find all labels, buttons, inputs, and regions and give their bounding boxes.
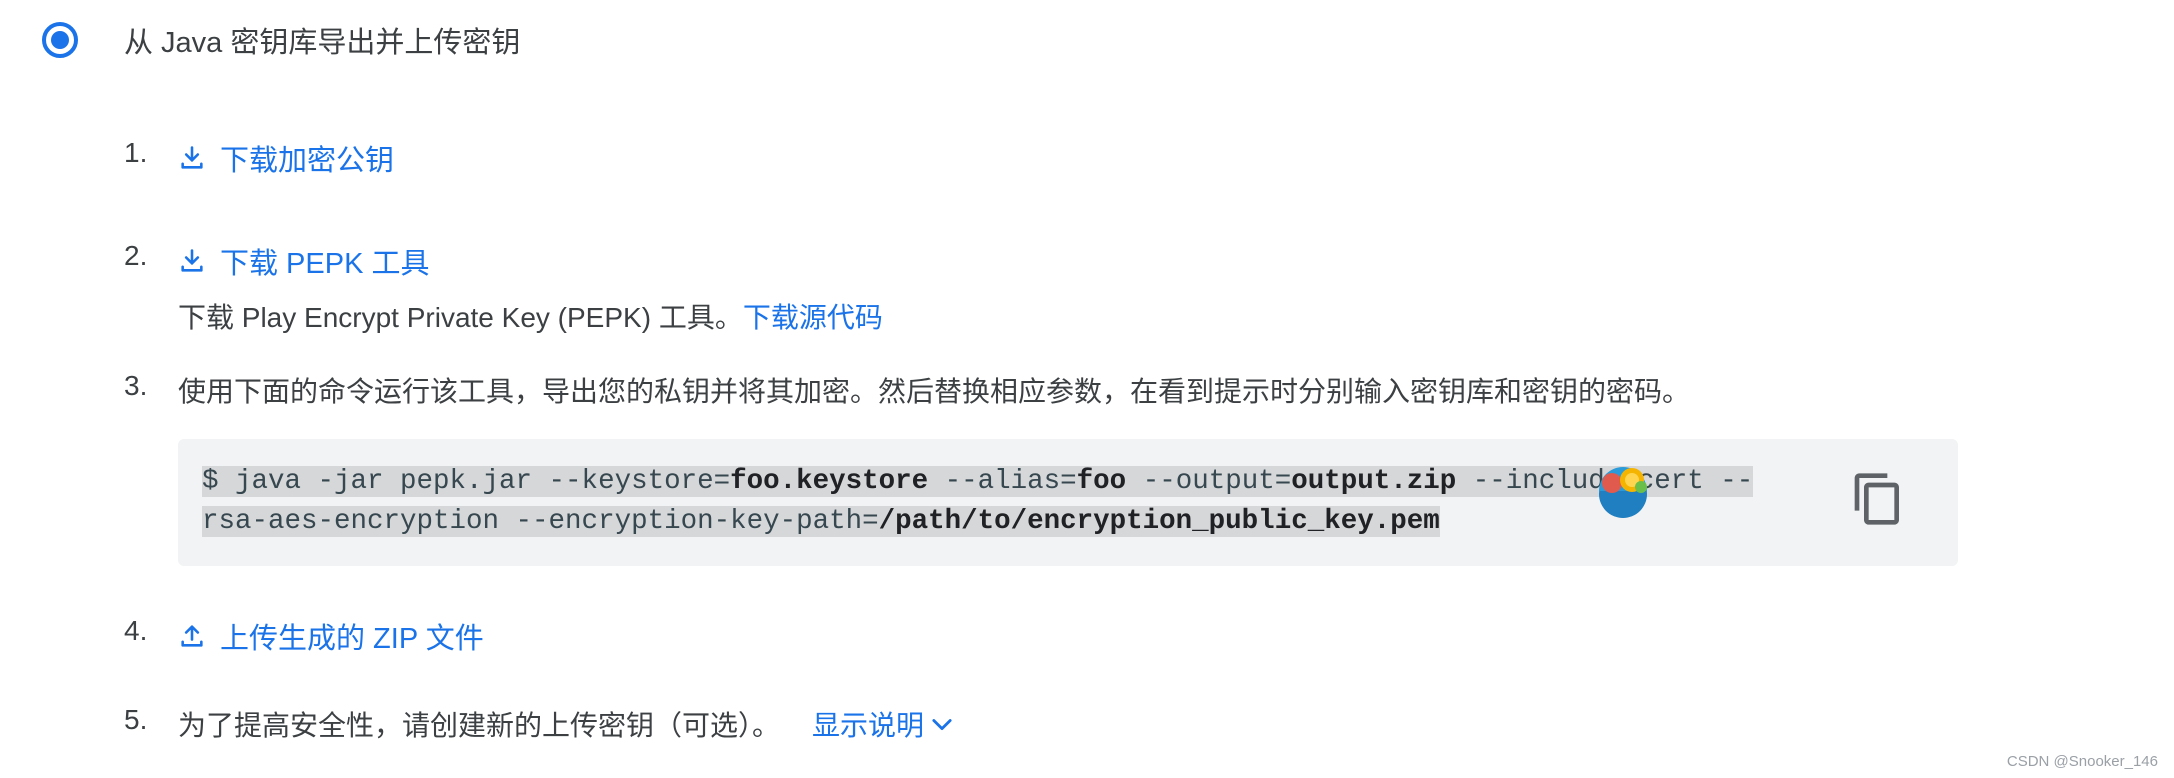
code-segment: rsa-aes-encryption --encryption-key-path…: [202, 506, 879, 537]
step-number: 4.: [124, 615, 148, 646]
step-2: 2. 下载 PEPK 工具: [124, 240, 430, 282]
download-source-link[interactable]: 下载源代码: [743, 302, 883, 333]
code-keystore-param: foo.keystore: [730, 466, 929, 497]
download-public-key-label: 下载加密公钥: [220, 145, 395, 177]
step-3-text: 使用下面的命令运行该工具，导出您的私钥并将其加密。然后替换相应参数，在看到提示时…: [178, 376, 1691, 407]
code-segment: --output=: [1126, 466, 1292, 497]
command-code-block: $ java -jar pepk.jar --keystore=foo.keys…: [178, 439, 1958, 566]
upload-icon: [181, 625, 203, 647]
chevron-down-icon: [932, 719, 952, 731]
watermark: CSDN @Snooker_146: [2006, 753, 2158, 770]
page: 从 Java 密钥库导出并上传密钥 1. 下载加密公钥 2. 下载 PEPK 工…: [0, 0, 2174, 778]
radio-selected-dot: [51, 31, 69, 49]
step-5: 5. 为了提高安全性，请创建新的上传密钥（可选）。 显示说明: [124, 704, 956, 744]
code-segment: $ java -jar pepk.jar --keystore=: [202, 466, 731, 497]
step-number: 3.: [124, 370, 148, 401]
code-output-param: output.zip: [1291, 466, 1457, 497]
pepk-description: 下载 Play Encrypt Private Key (PEPK) 工具。下载…: [178, 296, 883, 336]
upload-zip-link[interactable]: 上传生成的 ZIP 文件: [178, 615, 484, 657]
step-number: 2.: [124, 240, 148, 271]
code-segment: --alias=: [928, 466, 1077, 497]
radio-button[interactable]: [42, 22, 78, 58]
step-number: 1.: [124, 137, 148, 168]
step-3: 3. 使用下面的命令运行该工具，导出您的私钥并将其加密。然后替换相应参数，在看到…: [124, 370, 1690, 410]
show-instructions-label: 显示说明: [812, 710, 925, 741]
download-public-key-link[interactable]: 下载加密公钥: [178, 137, 394, 179]
upload-zip-label: 上传生成的 ZIP 文件: [220, 623, 484, 655]
step-4: 4. 上传生成的 ZIP 文件: [124, 615, 484, 657]
mascot-overlay-icon: [1599, 467, 1647, 518]
copy-icon: [1854, 473, 1899, 525]
radio-label: 从 Java 密钥库导出并上传密钥: [124, 27, 521, 59]
code-keypath-param: /path/to/encryption_public_key.pem: [878, 506, 1440, 537]
step-1: 1. 下载加密公钥: [124, 137, 394, 179]
download-icon: [181, 146, 203, 169]
download-pepk-tool-link[interactable]: 下载 PEPK 工具: [178, 240, 430, 282]
download-pepk-tool-label: 下载 PEPK 工具: [220, 248, 430, 280]
copy-button[interactable]: [1850, 471, 1906, 527]
step-5-text: 为了提高安全性，请创建新的上传密钥（可选）。: [178, 710, 781, 741]
download-icon: [181, 249, 203, 272]
code-alias-param: foo: [1076, 466, 1127, 497]
pepk-description-text: 下载 Play Encrypt Private Key (PEPK) 工具。: [178, 302, 743, 333]
step-number: 5.: [124, 704, 148, 735]
export-upload-key-radio[interactable]: 从 Java 密钥库导出并上传密钥: [42, 19, 520, 61]
show-instructions-link[interactable]: 显示说明: [812, 704, 956, 744]
